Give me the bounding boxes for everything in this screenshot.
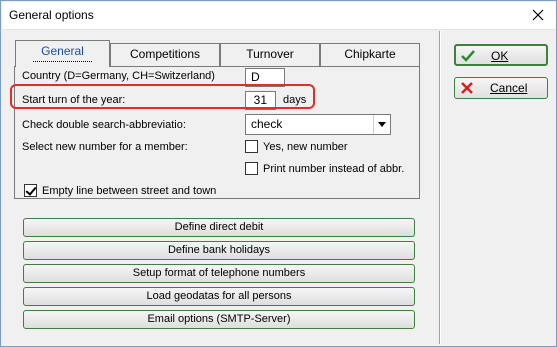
double-search-select[interactable]: check [245, 114, 391, 135]
country-input[interactable]: D [245, 68, 285, 87]
email-options-button[interactable]: Email options (SMTP-Server) [23, 310, 415, 329]
start-turn-input[interactable]: 31 [245, 91, 276, 110]
country-label: Country (D=Germany, CH=Switzerland) [22, 70, 215, 82]
new-number-label: Select new number for a member: [22, 141, 188, 153]
general-options-dialog: General options General Competitions Tur… [0, 0, 557, 347]
yes-new-number-label: Yes, new number [263, 141, 348, 153]
start-turn-unit: days [283, 94, 307, 106]
close-icon[interactable] [528, 5, 548, 25]
ok-label: OK [491, 49, 509, 63]
define-bank-holidays-button[interactable]: Define bank holidays [23, 241, 415, 260]
chevron-down-icon[interactable] [373, 115, 390, 134]
window-title: General options [9, 8, 94, 22]
yes-new-number-checkbox[interactable] [245, 140, 258, 153]
tab-general[interactable]: General [15, 40, 110, 67]
title-bar: General options [2, 2, 556, 30]
general-tab-panel: Country (D=Germany, CH=Switzerland) D St… [14, 66, 420, 199]
checkmark-icon [461, 50, 475, 62]
cancel-label: Cancel [490, 81, 528, 95]
cancel-x-icon [461, 82, 473, 94]
tab-general-label: General [41, 44, 84, 58]
tab-competitions-label: Competitions [129, 47, 201, 61]
load-geodatas-button[interactable]: Load geodatas for all persons [23, 287, 415, 306]
empty-line-checkbox[interactable] [24, 184, 37, 197]
tab-turnover-label: Turnover [246, 47, 294, 61]
tab-chipkarte[interactable]: Chipkarte [320, 43, 420, 66]
tab-turnover[interactable]: Turnover [220, 43, 320, 66]
double-search-label: Check double search-abbreviatio: [22, 119, 186, 131]
tab-chipkarte-label: Chipkarte [344, 47, 396, 61]
print-number-label: Print number instead of abbr. [263, 163, 405, 175]
print-number-checkbox[interactable] [245, 162, 258, 175]
ok-button[interactable]: OK [454, 44, 548, 66]
tab-competitions[interactable]: Competitions [110, 43, 220, 66]
double-search-value: check [251, 117, 283, 131]
define-direct-debit-button[interactable]: Define direct debit [23, 218, 415, 237]
separator [439, 31, 441, 344]
setup-telephone-format-button[interactable]: Setup format of telephone numbers [23, 264, 415, 283]
cancel-button[interactable]: Cancel [454, 77, 548, 99]
dialog-client-area: General Competitions Turnover Chipkarte … [2, 31, 556, 346]
start-turn-label: Start turn of the year: [22, 94, 126, 106]
empty-line-label: Empty line between street and town [42, 185, 217, 197]
